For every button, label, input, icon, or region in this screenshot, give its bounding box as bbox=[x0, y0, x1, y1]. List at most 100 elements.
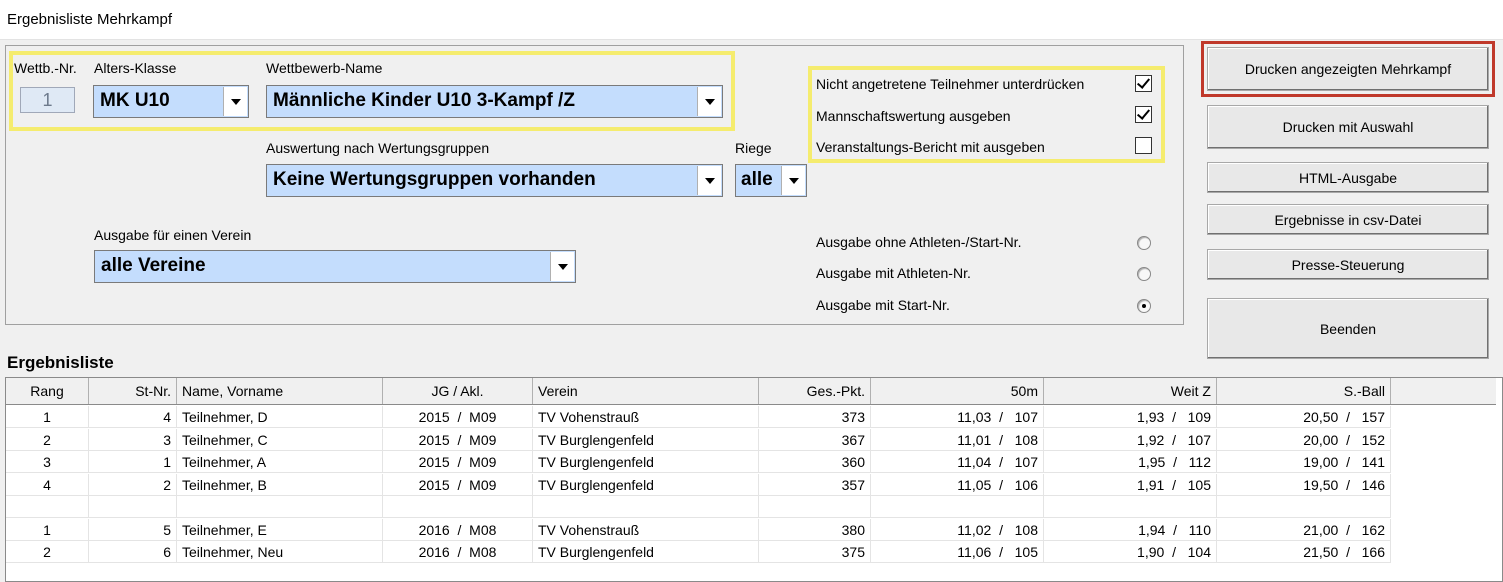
column-header[interactable]: Name, Vorname bbox=[177, 378, 383, 404]
print-selection-label: Drucken mit Auswahl bbox=[1282, 119, 1414, 135]
table-cell: 2015 / M09 bbox=[383, 451, 533, 473]
table-cell: TV Vohenstrauß bbox=[533, 518, 759, 541]
event-report-checkbox[interactable] bbox=[1135, 137, 1152, 154]
riege-select[interactable]: alle bbox=[735, 164, 807, 197]
table-cell: TV Burglengenfeld bbox=[533, 473, 759, 496]
table-cell: 1 bbox=[89, 451, 177, 473]
table-cell: TV Burglengenfeld bbox=[533, 541, 759, 563]
team-scoring-label: Mannschaftswertung ausgeben bbox=[816, 108, 1011, 124]
suppress-absent-checkbox[interactable] bbox=[1135, 75, 1152, 92]
press-control-label: Presse-Steuerung bbox=[1291, 256, 1405, 273]
chevron-down-icon[interactable] bbox=[781, 166, 805, 195]
table-row[interactable]: 1 4 Teilnehmer, D 2015 / M09 TV Vohenstrauß 3… bbox=[6, 406, 1391, 428]
team-scoring-checkbox[interactable] bbox=[1135, 106, 1152, 123]
output-without-number-label: Ausgabe ohne Athleten-/Start-Nr. bbox=[816, 234, 1022, 250]
table-cell bbox=[759, 496, 871, 518]
table-cell bbox=[1217, 496, 1391, 518]
column-header[interactable]: St-Nr. bbox=[89, 378, 177, 404]
table-cell: Teilnehmer, Neu bbox=[177, 541, 383, 563]
table-cell: 2016 / M08 bbox=[383, 518, 533, 541]
output-athlete-number-radio[interactable] bbox=[1137, 267, 1151, 281]
table-cell: 1,94 / 110 bbox=[1044, 518, 1217, 541]
wettb-nr-field: 1 bbox=[20, 87, 75, 113]
column-header[interactable]: Verein bbox=[533, 378, 759, 404]
html-output-label: HTML-Ausgabe bbox=[1298, 169, 1398, 186]
table-row[interactable]: 2 6 Teilnehmer, Neu 2016 / M08 TV Burglengen… bbox=[6, 541, 1391, 563]
close-label: Beenden bbox=[1319, 320, 1377, 337]
chevron-down-icon[interactable] bbox=[223, 87, 247, 116]
column-header[interactable]: 50m bbox=[871, 378, 1044, 404]
column-header[interactable]: Ges.-Pkt. bbox=[759, 378, 871, 404]
chevron-down-icon[interactable] bbox=[697, 87, 721, 116]
verein-select[interactable]: alle Vereine bbox=[94, 250, 576, 283]
table-cell: TV Vohenstrauß bbox=[533, 406, 759, 428]
table-cell bbox=[1044, 496, 1217, 518]
table-row[interactable] bbox=[6, 496, 1391, 518]
table-cell: 6 bbox=[89, 541, 177, 563]
verein-label: Ausgabe für einen Verein bbox=[94, 227, 252, 243]
riege-value: alle bbox=[741, 169, 773, 190]
alters-klasse-label: Alters-Klasse bbox=[94, 60, 177, 76]
output-without-number-radio[interactable] bbox=[1137, 236, 1151, 250]
wertungsgruppen-value: Keine Wertungsgruppen vorhanden bbox=[273, 169, 596, 190]
verein-value: alle Vereine bbox=[101, 255, 206, 276]
table-cell: 373 bbox=[759, 406, 871, 428]
column-header[interactable]: JG / Akl. bbox=[383, 378, 533, 404]
csv-output-button[interactable]: Ergebnisse in csv-Datei bbox=[1207, 204, 1489, 235]
title-bar: Ergebnisliste Mehrkampf bbox=[0, 0, 1503, 40]
table-cell: 21,50 / 166 bbox=[1217, 541, 1391, 563]
table-cell bbox=[533, 496, 759, 518]
table-cell: 3 bbox=[6, 451, 89, 473]
table-cell bbox=[6, 496, 89, 518]
html-output-button[interactable]: HTML-Ausgabe bbox=[1207, 162, 1489, 193]
alters-klasse-select[interactable]: MK U10 bbox=[93, 85, 249, 118]
table-cell: 5 bbox=[89, 518, 177, 541]
table-cell: 2015 / M09 bbox=[383, 406, 533, 428]
close-button[interactable]: Beenden bbox=[1207, 298, 1489, 359]
table-cell: 11,06 / 105 bbox=[871, 541, 1044, 563]
table-cell: 4 bbox=[89, 406, 177, 428]
output-start-number-radio[interactable] bbox=[1137, 299, 1151, 313]
table-cell: 2 bbox=[6, 428, 89, 451]
table-cell: 2 bbox=[89, 473, 177, 496]
results-table[interactable]: Rang St-Nr. Name, Vorname JG / Akl. Vere… bbox=[5, 377, 1503, 582]
table-row[interactable]: 1 5 Teilnehmer, E 2016 / M08 TV Vohenstrauß 3… bbox=[6, 518, 1391, 541]
column-header[interactable]: S.-Ball bbox=[1217, 378, 1391, 404]
table-cell: 3 bbox=[89, 428, 177, 451]
column-header[interactable]: Weit Z bbox=[1044, 378, 1217, 404]
table-row[interactable]: 2 3 Teilnehmer, C 2015 / M09 TV Burglengenfe… bbox=[6, 428, 1391, 451]
table-cell: 360 bbox=[759, 451, 871, 473]
output-athlete-number-label: Ausgabe mit Athleten-Nr. bbox=[816, 265, 971, 281]
table-cell: 357 bbox=[759, 473, 871, 496]
table-cell bbox=[383, 496, 533, 518]
table-cell: 11,03 / 107 bbox=[871, 406, 1044, 428]
table-cell: TV Burglengenfeld bbox=[533, 428, 759, 451]
wertungsgruppen-select[interactable]: Keine Wertungsgruppen vorhanden bbox=[266, 164, 723, 197]
wettbewerb-name-select[interactable]: Männliche Kinder U10 3-Kampf /Z bbox=[266, 85, 723, 118]
print-selection-button[interactable]: Drucken mit Auswahl bbox=[1207, 105, 1489, 149]
table-row[interactable]: 4 2 Teilnehmer, B 2015 / M09 TV Burglengenfe… bbox=[6, 473, 1391, 496]
table-cell: Teilnehmer, B bbox=[177, 473, 383, 496]
riege-label: Riege bbox=[735, 140, 772, 156]
chevron-down-icon[interactable] bbox=[697, 166, 721, 195]
table-cell: 2 bbox=[6, 541, 89, 563]
event-report-label: Veranstaltungs-Bericht mit ausgeben bbox=[816, 139, 1045, 155]
results-title: Ergebnisliste bbox=[7, 353, 114, 372]
column-header[interactable]: Rang bbox=[6, 378, 89, 404]
table-row[interactable]: 3 1 Teilnehmer, A 2015 / M09 TV Burglengenfe… bbox=[6, 451, 1391, 473]
table-cell: 380 bbox=[759, 518, 871, 541]
table-cell: TV Burglengenfeld bbox=[533, 451, 759, 473]
wettbewerb-name-value: Männliche Kinder U10 3-Kampf /Z bbox=[273, 90, 575, 111]
alters-klasse-value: MK U10 bbox=[100, 90, 170, 111]
print-displayed-button[interactable]: Drucken angezeigten Mehrkampf bbox=[1207, 47, 1489, 91]
table-cell: 1,90 / 104 bbox=[1044, 541, 1217, 563]
table-cell: 19,50 / 146 bbox=[1217, 473, 1391, 496]
table-cell: Teilnehmer, C bbox=[177, 428, 383, 451]
table-cell: 19,00 / 141 bbox=[1217, 451, 1391, 473]
suppress-absent-label: Nicht angetretene Teilnehmer unterdrücke… bbox=[816, 76, 1085, 92]
press-control-button[interactable]: Presse-Steuerung bbox=[1207, 249, 1489, 280]
csv-output-label: Ergebnisse in csv-Datei bbox=[1274, 211, 1422, 228]
table-cell: 1,91 / 105 bbox=[1044, 473, 1217, 496]
chevron-down-icon[interactable] bbox=[550, 252, 574, 281]
table-cell: 367 bbox=[759, 428, 871, 451]
